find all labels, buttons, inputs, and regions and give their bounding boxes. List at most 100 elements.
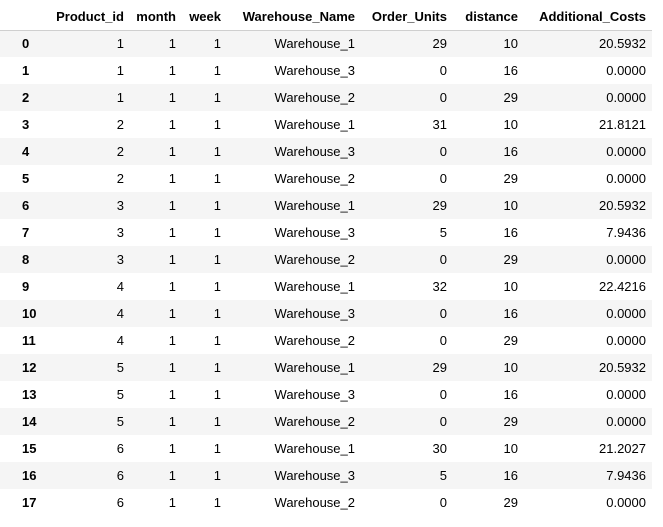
week-cell: 1 [213,36,221,52]
month-cell: 1 [168,198,176,213]
table-row: 9 4 1 1 Warehouse_1 32 10 22.4216 [0,273,652,300]
distance-cell: 29 [503,414,518,429]
order-units-cell: 0 [439,414,447,429]
distance-cell: 29 [503,333,518,348]
month-cell: 1 [168,90,176,105]
month-cell: 1 [168,171,176,186]
week-cell: 1 [213,63,221,78]
warehouse-name-cell: Warehouse_2 [274,495,355,510]
warehouse-name-cell: Warehouse_2 [274,252,355,267]
row-index: 8 [22,252,30,267]
product-id-cell: 4 [116,279,124,294]
distance-cell: 29 [503,90,518,105]
dataframe-output: Product_id month week Warehouse_Name Ord… [0,0,663,527]
order-units-cell: 0 [439,252,447,267]
product-id-cell: 1 [116,36,124,52]
month-cell: 1 [168,333,176,348]
product-id-cell: 5 [116,414,124,429]
month-cell: 1 [168,279,176,294]
row-index: 9 [22,279,30,294]
month-cell: 1 [168,414,176,429]
month-cell: 1 [168,441,176,456]
product-id-cell: 4 [116,333,124,348]
month-cell: 1 [168,36,176,52]
product-id-cell: 3 [116,252,124,267]
column-header-warehouse-name: Warehouse_Name [227,3,361,31]
week-cell: 1 [213,198,221,213]
additional-costs-cell: 21.8121 [599,117,646,132]
distance-cell: 29 [503,171,518,186]
order-units-cell: 0 [439,495,447,510]
warehouse-name-cell: Warehouse_3 [274,63,355,78]
order-units-cell: 5 [439,225,447,240]
week-cell: 1 [213,387,221,402]
warehouse-name-cell: Warehouse_3 [274,144,355,159]
additional-costs-cell: 0.0000 [606,495,646,510]
table-row: 8 3 1 1 Warehouse_2 0 29 0.0000 [0,246,652,273]
warehouse-name-cell: Warehouse_1 [274,36,355,52]
warehouse-name-cell: Warehouse_2 [274,414,355,429]
month-cell: 1 [168,117,176,132]
product-id-cell: 6 [116,441,124,456]
column-header-additional-costs: Additional_Costs [524,3,652,31]
additional-costs-cell: 0.0000 [606,306,646,321]
week-cell: 1 [213,252,221,267]
product-id-cell: 6 [116,468,124,483]
row-index: 15 [22,441,37,456]
week-cell: 1 [213,171,221,186]
order-units-cell: 0 [439,144,447,159]
distance-cell: 10 [503,279,518,294]
distance-cell: 16 [503,306,518,321]
order-units-cell: 29 [432,198,447,213]
week-cell: 1 [213,495,221,510]
additional-costs-cell: 0.0000 [606,144,646,159]
table-body: 0 1 1 1 Warehouse_1 29 10 20.5932 1 1 1 1 Warehouse_… [0,30,652,516]
table-row: 5 2 1 1 Warehouse_2 0 29 0.0000 [0,165,652,192]
row-index: 2 [22,90,30,105]
order-units-cell: 32 [432,279,447,294]
week-cell: 1 [213,117,221,132]
additional-costs-cell: 21.2027 [599,441,646,456]
row-index: 10 [22,306,37,321]
warehouse-name-cell: Warehouse_2 [274,171,355,186]
month-cell: 1 [168,306,176,321]
product-id-cell: 4 [116,306,124,321]
table-header: Product_id month week Warehouse_Name Ord… [0,3,652,31]
table-row: 6 3 1 1 Warehouse_1 29 10 20.5932 [0,192,652,219]
distance-cell: 16 [503,225,518,240]
distance-cell: 10 [503,198,518,213]
row-index: 14 [22,414,37,429]
row-index: 11 [22,333,36,348]
product-id-cell: 6 [116,495,124,510]
month-cell: 1 [168,360,176,375]
distance-cell: 10 [503,36,518,52]
index-header [0,3,42,31]
table-row: 7 3 1 1 Warehouse_3 5 16 7.9436 [0,219,652,246]
warehouse-name-cell: Warehouse_2 [274,90,355,105]
additional-costs-cell: 0.0000 [606,252,646,267]
warehouse-name-cell: Warehouse_3 [274,468,355,483]
additional-costs-cell: 0.0000 [606,90,646,105]
header-row: Product_id month week Warehouse_Name Ord… [0,3,652,31]
month-cell: 1 [168,387,176,402]
week-cell: 1 [213,225,221,240]
week-cell: 1 [213,333,221,348]
product-id-cell: 5 [116,360,124,375]
row-index: 16 [22,468,37,483]
table-row: 11 4 1 1 Warehouse_2 0 29 0.0000 [0,327,652,354]
distance-cell: 16 [503,63,518,78]
order-units-cell: 31 [432,117,447,132]
month-cell: 1 [168,468,176,483]
additional-costs-cell: 20.5932 [599,36,646,52]
additional-costs-cell: 0.0000 [606,171,646,186]
product-id-cell: 2 [116,144,124,159]
additional-costs-cell: 7.9436 [606,468,646,483]
week-cell: 1 [213,90,221,105]
additional-costs-cell: 22.4216 [599,279,646,294]
week-cell: 1 [213,414,221,429]
table-row: 4 2 1 1 Warehouse_3 0 16 0.0000 [0,138,652,165]
order-units-cell: 0 [439,90,447,105]
warehouse-name-cell: Warehouse_2 [274,333,355,348]
column-header-order-units: Order_Units [361,3,453,31]
table-row: 13 5 1 1 Warehouse_3 0 16 0.0000 [0,381,652,408]
